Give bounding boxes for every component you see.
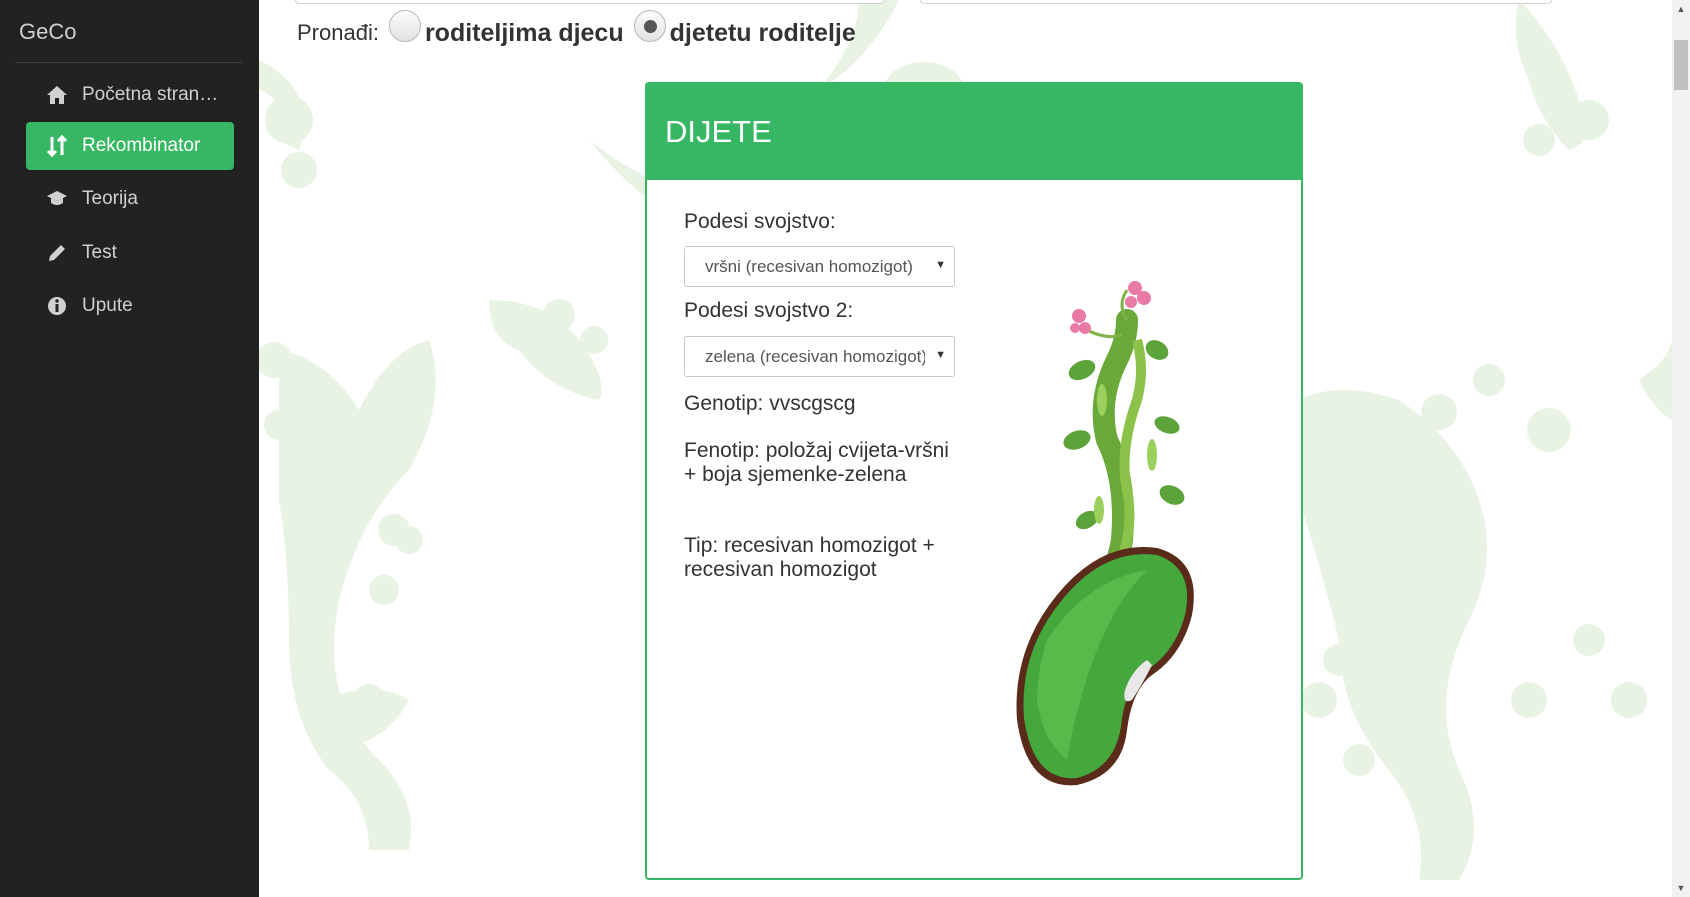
sidebar-item-test[interactable]: Test: [26, 229, 234, 277]
card-header: DIJETE: [647, 84, 1301, 180]
find-mode-selector: Pronađi: roditeljima djecu djetetu rodit…: [297, 8, 862, 58]
sidebar-item-home[interactable]: Početna stran…: [26, 71, 234, 119]
dropdown-arrow-icon: ▼: [935, 259, 946, 271]
card-title: DIJETE: [665, 114, 772, 149]
trait1-selected-value: vršni (recesivan homozigot): [705, 256, 913, 276]
vertical-scrollbar[interactable]: ▲ ▼: [1672, 0, 1690, 897]
sidebar-item-teorija[interactable]: Teorija: [26, 175, 234, 223]
graduation-cap-icon: [44, 187, 70, 211]
sidebar-item-label: Početna stran…: [82, 84, 219, 105]
pencil-icon: [44, 241, 70, 265]
phenotype-text: Fenotip: položaj cvijeta-vršni + boja sj…: [684, 439, 949, 486]
type-text: Tip: recesivan homozigot + recesivan hom…: [684, 534, 935, 581]
main-content: Pronađi: roditeljima djecu djetetu rodit…: [259, 0, 1672, 897]
home-icon: [44, 83, 70, 107]
radio-child-to-parents[interactable]: [633, 10, 666, 42]
top-input-right[interactable]: [920, 0, 1552, 4]
trait2-select[interactable]: zelena (recesivan homozigot) ▼: [684, 336, 955, 377]
divider: [15, 62, 242, 63]
sidebar: GeCo Početna stran… Rekombinator Teorija…: [0, 0, 259, 897]
trait2-selected-value: zelena (recesivan homozigot): [705, 346, 925, 366]
top-input-left[interactable]: [295, 0, 885, 4]
scroll-thumb[interactable]: [1674, 40, 1688, 90]
radio-label-child-to-parents[interactable]: djetetu roditelje: [670, 19, 856, 48]
sidebar-item-label: Upute: [82, 295, 133, 316]
brand-title[interactable]: GeCo: [19, 19, 76, 45]
sidebar-item-label: Test: [82, 242, 117, 263]
trait2-label: Podesi svojstvo 2:: [684, 299, 854, 322]
sidebar-item-rekombinator[interactable]: Rekombinator: [26, 122, 234, 170]
find-label: Pronađi:: [297, 20, 379, 45]
info-circle-icon: [44, 294, 70, 318]
genotype-text: Genotip: vvscgscg: [684, 392, 856, 415]
scroll-up-arrow-icon[interactable]: ▲: [1672, 0, 1690, 18]
green-seed-image: [1016, 546, 1194, 786]
sidebar-item-upute[interactable]: Upute: [26, 282, 234, 330]
child-card: DIJETE Podesi svojstvo: vršni (recesivan…: [645, 82, 1303, 880]
sidebar-item-label: Teorija: [82, 188, 138, 209]
dropdown-arrow-icon: ▼: [935, 349, 946, 361]
trait1-select[interactable]: vršni (recesivan homozigot) ▼: [684, 246, 955, 287]
trait1-label: Podesi svojstvo:: [684, 210, 836, 233]
sidebar-item-label: Rekombinator: [82, 135, 201, 156]
sort-arrows-icon: [44, 134, 70, 158]
radio-parents-to-children[interactable]: [388, 10, 421, 42]
scroll-down-arrow-icon[interactable]: ▼: [1672, 879, 1690, 897]
radio-label-parents-to-children[interactable]: roditeljima djecu: [425, 19, 624, 48]
